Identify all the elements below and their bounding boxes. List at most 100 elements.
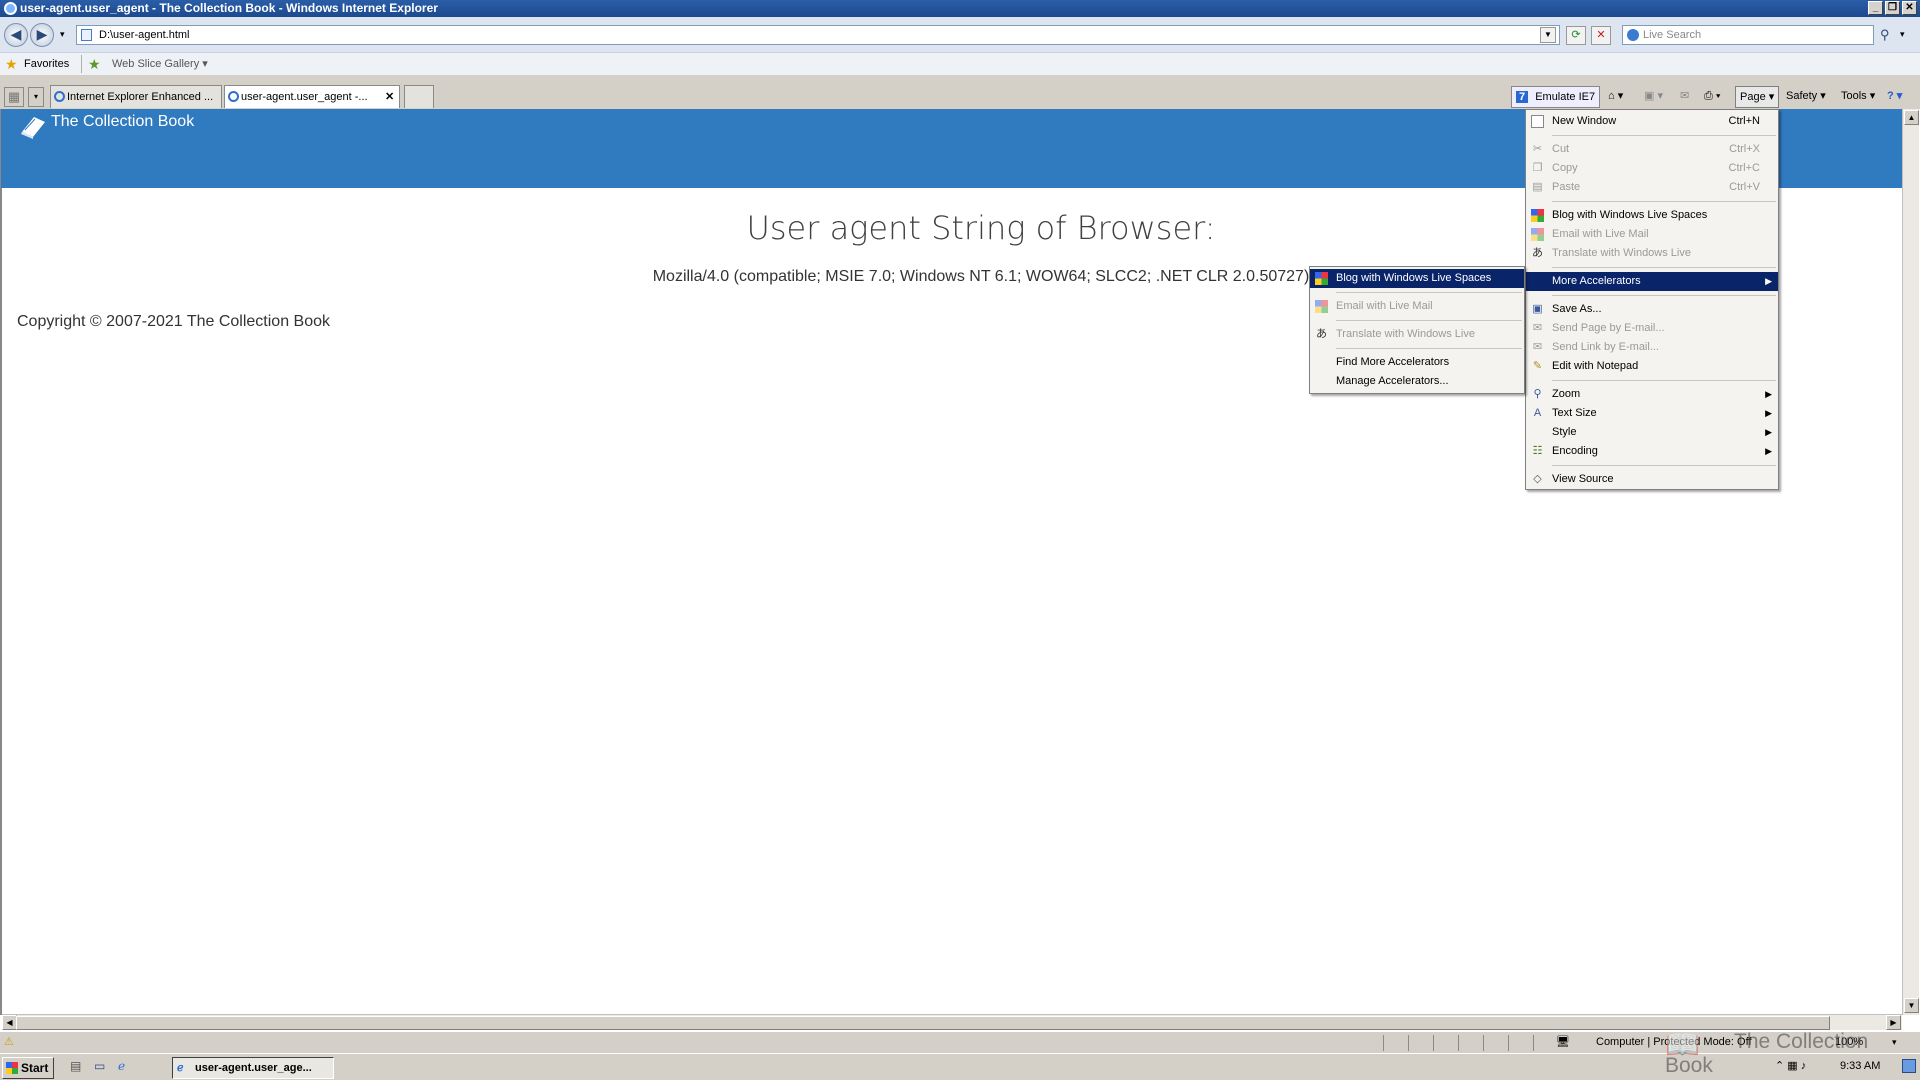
menu-item-send-page[interactable]: ✉ Send Page by E-mail... (1526, 319, 1778, 338)
server-manager-icon[interactable]: ▤ (70, 1054, 81, 1079)
security-zone-icon: 🖥 (1556, 1036, 1570, 1048)
add-favorites-icon[interactable]: ★ (88, 53, 101, 75)
submenu-item-translate[interactable]: あ Translate with Windows Live (1310, 325, 1524, 344)
tab-row: ▦ ▾ Internet Explorer Enhanced ... user-… (0, 75, 1920, 109)
print-icon[interactable]: ⎙ ▾ (1700, 86, 1724, 108)
recent-pages-dropdown-icon[interactable]: ▾ (60, 29, 65, 40)
show-desktop-icon[interactable]: ▭ (94, 1054, 105, 1079)
submenu-item-find-more[interactable]: Find More Accelerators (1310, 353, 1524, 372)
taskbar-item-ie[interactable]: ℯ user-agent.user_age... (172, 1057, 334, 1079)
windows-live-icon (1531, 228, 1544, 241)
feeds-icon[interactable]: ▣ ▾ (1640, 86, 1667, 108)
divider (1383, 1035, 1384, 1051)
menu-label: Manage Accelerators... (1336, 375, 1449, 387)
search-icon[interactable]: ⚲ (1880, 27, 1890, 43)
windows-logo-icon (6, 1062, 18, 1074)
horizontal-scrollbar[interactable]: ◀ ▶ (2, 1014, 1902, 1030)
address-value: D:\user-agent.html (99, 29, 190, 41)
pencil-icon: ✎ (1532, 360, 1543, 372)
forward-button[interactable]: ▶ (30, 23, 54, 47)
menu-item-zoom[interactable]: ⚲ Zoom ▶ (1526, 385, 1778, 404)
scroll-right-icon[interactable]: ▶ (1886, 1015, 1901, 1030)
menu-item-email[interactable]: Email with Live Mail (1526, 225, 1778, 244)
menu-item-save-as[interactable]: ▣ Save As... (1526, 300, 1778, 319)
menu-label: Copy (1552, 162, 1578, 174)
refresh-icon[interactable]: ⟳ (1566, 26, 1586, 45)
taskbar-item-label: user-agent.user_age... (195, 1062, 312, 1074)
menu-item-style[interactable]: Style ▶ (1526, 423, 1778, 442)
favorites-button[interactable]: Favorites (24, 53, 69, 75)
menu-separator (1552, 135, 1776, 136)
menu-label: Send Link by E-mail... (1552, 341, 1659, 353)
menu-item-translate[interactable]: あ Translate with Windows Live (1526, 244, 1778, 263)
address-dropdown-icon[interactable]: ▼ (1540, 27, 1556, 43)
menu-item-view-source[interactable]: ◇ View Source (1526, 470, 1778, 489)
translate-icon: あ (1532, 247, 1543, 259)
menu-item-encoding[interactable]: ☷ Encoding ▶ (1526, 442, 1778, 461)
back-button[interactable]: ◀ (4, 23, 28, 47)
menu-label: Blog with Windows Live Spaces (1336, 272, 1492, 284)
tools-menu-button[interactable]: Tools ▾ (1837, 86, 1879, 108)
emulate-icon: 7 (1516, 91, 1529, 103)
menu-item-blog[interactable]: Blog with Windows Live Spaces (1526, 206, 1778, 225)
web-slice-gallery-link[interactable]: Web Slice Gallery ▾ (112, 53, 208, 75)
submenu-item-manage[interactable]: Manage Accelerators... (1310, 372, 1524, 391)
emulate-ie7-button[interactable]: 7 Emulate IE7 (1511, 86, 1601, 108)
close-tab-icon[interactable]: ✕ (385, 86, 394, 108)
tab-ie-enhanced[interactable]: Internet Explorer Enhanced ... (50, 85, 222, 108)
window-title: user-agent.user_agent - The Collection B… (20, 1, 438, 15)
ie-quicklaunch-icon[interactable]: ℯ (118, 1054, 125, 1079)
favorites-bar: ★ Favorites ★ Web Slice Gallery ▾ (0, 52, 1920, 75)
vertical-scrollbar[interactable]: ▲ ▼ (1902, 109, 1919, 1015)
menu-item-copy[interactable]: ❐ Copy Ctrl+C (1526, 159, 1778, 178)
scroll-down-icon[interactable]: ▼ (1904, 998, 1919, 1013)
address-input[interactable]: D:\user-agent.html (76, 25, 1560, 45)
mail-icon[interactable]: ✉ (1676, 86, 1693, 108)
divider (1408, 1035, 1409, 1051)
ie-tab-icon (54, 91, 65, 102)
stop-icon[interactable]: ✕ (1591, 26, 1611, 45)
help-icon[interactable]: ? ▾ (1883, 86, 1906, 108)
close-button[interactable]: ✕ (1902, 1, 1917, 15)
quick-tabs-icon[interactable]: ▦ (4, 87, 24, 107)
start-button[interactable]: Start (2, 1057, 54, 1079)
menu-item-cut[interactable]: ✂ Cut Ctrl+X (1526, 140, 1778, 159)
submenu-item-email[interactable]: Email with Live Mail (1310, 297, 1524, 316)
search-input[interactable]: Live Search (1622, 25, 1874, 45)
tab-user-agent[interactable]: user-agent.user_agent -... ✕ (224, 85, 400, 108)
menu-item-edit-notepad[interactable]: ✎ Edit with Notepad (1526, 357, 1778, 376)
watermark: 📖 The Collection Book (1665, 1029, 1920, 1078)
search-placeholder: Live Search (1643, 29, 1702, 41)
submenu-item-blog[interactable]: Blog with Windows Live Spaces (1310, 269, 1524, 288)
tab-list-icon[interactable]: ▾ (28, 87, 44, 107)
menu-item-more-accelerators[interactable]: More Accelerators ▶ (1526, 272, 1778, 291)
scroll-left-icon[interactable]: ◀ (2, 1015, 17, 1030)
start-label: Start (21, 1061, 49, 1075)
safety-menu-button[interactable]: Safety ▾ (1782, 86, 1830, 108)
restore-button[interactable]: ❐ (1885, 1, 1900, 15)
search-options-icon[interactable]: ▾ (1900, 29, 1905, 40)
accelerators-submenu: Blog with Windows Live Spaces Email with… (1309, 266, 1525, 394)
minimize-button[interactable]: _ (1868, 1, 1883, 15)
menu-shortcut: Ctrl+C (1728, 162, 1760, 174)
save-icon: ▣ (1532, 303, 1543, 315)
menu-label: New Window (1552, 115, 1617, 127)
menu-item-new-window[interactable]: New Window Ctrl+N (1526, 112, 1778, 131)
menu-item-send-link[interactable]: ✉ Send Link by E-mail... (1526, 338, 1778, 357)
menu-separator (1336, 320, 1522, 321)
menu-item-paste[interactable]: ▤ Paste Ctrl+V (1526, 178, 1778, 197)
menu-item-text-size[interactable]: A Text Size ▶ (1526, 404, 1778, 423)
new-tab-button[interactable] (404, 85, 434, 108)
horizontal-scroll-thumb[interactable] (16, 1016, 1830, 1030)
scroll-up-icon[interactable]: ▲ (1904, 110, 1919, 125)
page-menu-button[interactable]: Page ▾ (1735, 86, 1780, 108)
menu-label: Style (1552, 426, 1577, 438)
safety-menu-label: Safety ▾ (1786, 90, 1826, 102)
copy-icon: ❐ (1532, 162, 1543, 174)
home-icon[interactable]: ⌂ ▾ (1604, 86, 1627, 108)
address-row: ◀ ▶ ▾ D:\user-agent.html ▼ ⟳ ✕ Live Sear… (0, 17, 1920, 52)
send-page-icon: ✉ (1532, 322, 1543, 334)
site-title[interactable]: The Collection Book (51, 113, 194, 131)
page-menu-label: Page ▾ (1740, 91, 1775, 103)
ie-icon (4, 2, 17, 15)
